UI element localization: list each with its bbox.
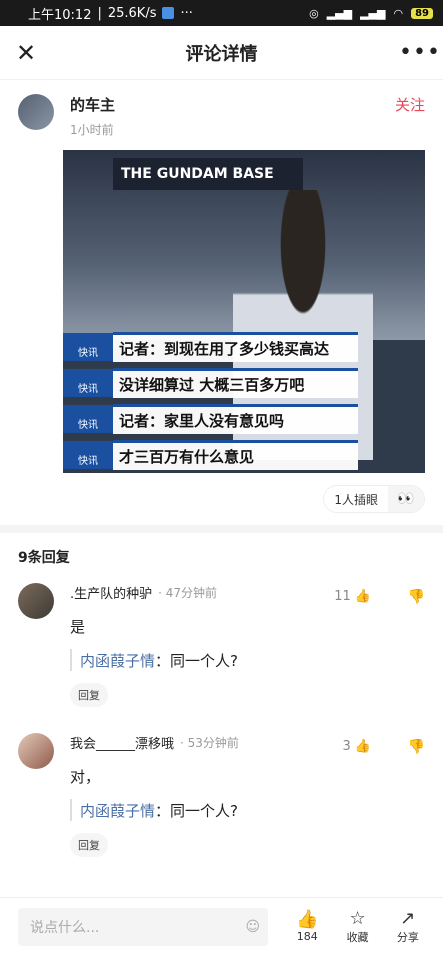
caption-row: 快讯 没详细算过 大概三百多万吧 xyxy=(63,366,363,399)
store-sign: THE GUNDAM BASE xyxy=(113,158,303,190)
more-notifications-icon: ··· xyxy=(180,5,193,21)
reply-button[interactable]: 回复 xyxy=(70,683,108,707)
like-action[interactable]: 👍 184 xyxy=(282,910,332,944)
comment-item: .生产队的种驴 · 47分钟前 是 内函葭子情 ：同一个人? 回复 11 👍 👎 xyxy=(0,575,443,717)
caption-text: 记者：家里人没有意见吗 xyxy=(113,403,358,434)
comment-item: 我会______漂移哦 · 53分钟前 对， 内函葭子情 ：同一个人? 回复 3… xyxy=(0,725,443,867)
share-action[interactable]: ↗ 分享 xyxy=(383,908,433,945)
like-button[interactable]: 3 👍 xyxy=(343,739,371,754)
caption-tag: 快讯 xyxy=(63,368,113,397)
thumbs-up-icon[interactable]: 👍 xyxy=(296,910,318,930)
quoted-reply[interactable]: 内函葭子情 ：同一个人? xyxy=(70,649,425,671)
caption-tag: 快讯 xyxy=(63,404,113,433)
thumbs-down-icon[interactable]: 👎 xyxy=(408,739,425,755)
reactions: 1人插眼 👀 xyxy=(0,473,443,513)
share-label: 分享 xyxy=(396,930,419,944)
caption-row: 快讯 才三百万有什么意见 xyxy=(63,438,363,471)
comment-time: · 47分钟前 xyxy=(158,586,218,600)
caption-row: 快讯 记者：到现在用了多少钱买高达 xyxy=(63,330,363,363)
like-count: 3 xyxy=(342,739,351,754)
reaction-box[interactable]: 1人插眼 👀 xyxy=(323,485,425,513)
emoji-icon[interactable]: ☺ xyxy=(246,919,261,935)
share-icon[interactable]: ↗ xyxy=(400,908,415,929)
signal-icon: ▂▄▆ xyxy=(326,6,353,20)
follow-button[interactable]: 关注 xyxy=(395,94,425,115)
network-speed: 25.6K/s xyxy=(107,5,157,21)
quoted-user[interactable]: 内函葭子情 xyxy=(80,650,155,671)
like-count: 11 xyxy=(334,589,351,604)
status-bar: 上午10:12 | 25.6K/s ··· ◎ ▂▄▆ ▂▄▆ ◠ 89 xyxy=(0,0,443,26)
comment-time: · 53分钟前 xyxy=(180,736,239,750)
caption-row: 快讯 记者：家里人没有意见吗 xyxy=(63,402,363,435)
quoted-text: ：同一个人? xyxy=(155,801,238,820)
like-action-count: 184 xyxy=(296,930,318,943)
caption-text: 记者：到现在用了多少钱买高达 xyxy=(113,331,358,362)
comment-input[interactable]: 说点什么... ☺ xyxy=(18,907,269,946)
battery-icon: 89 xyxy=(411,7,433,19)
comment-input-placeholder[interactable]: 说点什么... xyxy=(30,917,99,937)
thumbs-down-icon[interactable]: 👎 xyxy=(408,589,425,605)
commenter-avatar[interactable] xyxy=(18,583,54,619)
post-time: 1小时前 xyxy=(70,123,114,137)
wifi-icon: ◠ xyxy=(393,6,404,20)
thumbs-up-icon[interactable]: 👍 xyxy=(355,739,371,754)
post-header: 的车主 1小时前 关注 xyxy=(0,80,443,138)
post-image[interactable]: THE GUNDAM BASE 快讯 记者：到现在用了多少钱买高达 快讯 没详细… xyxy=(63,150,425,473)
like-button[interactable]: 11 👍 xyxy=(334,589,371,604)
news-captions: 快讯 记者：到现在用了多少钱买高达 快讯 没详细算过 大概三百多万吧 快讯 记者… xyxy=(63,330,363,473)
caption-text: 没详细算过 大概三百多万吧 xyxy=(113,367,358,398)
quoted-text: ：同一个人? xyxy=(155,651,238,670)
nav-bar: ✕ 评论详情 ••• xyxy=(0,26,443,80)
status-time: 上午10:12 xyxy=(28,7,92,23)
commenter-name[interactable]: 我会______漂移哦 xyxy=(70,733,174,752)
quoted-reply[interactable]: 内函葭子情 ：同一个人? xyxy=(70,799,425,821)
caption-tag: 快讯 xyxy=(63,332,113,361)
favorite-label: 收藏 xyxy=(346,930,369,944)
author-name[interactable]: 的车主 xyxy=(70,94,115,115)
location-icon: ◎ xyxy=(309,6,319,20)
reply-count: 9条回复 xyxy=(18,550,70,566)
star-icon[interactable]: ☆ xyxy=(349,908,365,929)
close-icon[interactable]: ✕ xyxy=(16,39,44,67)
commenter-avatar[interactable] xyxy=(18,733,54,769)
thumbs-up-icon[interactable]: 👍 xyxy=(355,589,371,604)
eyes-icon[interactable]: 👀 xyxy=(388,486,424,512)
quoted-user[interactable]: 内函葭子情 xyxy=(80,800,155,821)
more-icon[interactable]: ••• xyxy=(399,40,440,65)
commenter-name[interactable]: .生产队的种驴 xyxy=(70,583,152,602)
caption-text: 才三百万有什么意见 xyxy=(113,439,358,470)
comment-text: 是 xyxy=(70,618,86,636)
favorite-action[interactable]: ☆ 收藏 xyxy=(332,908,382,945)
reply-button[interactable]: 回复 xyxy=(70,833,108,857)
bottom-bar: 说点什么... ☺ 👍 184 ☆ 收藏 ↗ 分享 xyxy=(0,897,443,955)
section-divider xyxy=(0,525,443,533)
reaction-label[interactable]: 1人插眼 xyxy=(324,491,388,508)
app-notification-icon xyxy=(162,7,175,19)
comment-text: 对， xyxy=(70,768,101,786)
caption-tag: 快讯 xyxy=(63,440,113,469)
signal-icon-2: ▂▄▆ xyxy=(360,6,386,20)
page-title: 评论详情 xyxy=(185,43,258,65)
author-avatar[interactable] xyxy=(18,94,54,130)
